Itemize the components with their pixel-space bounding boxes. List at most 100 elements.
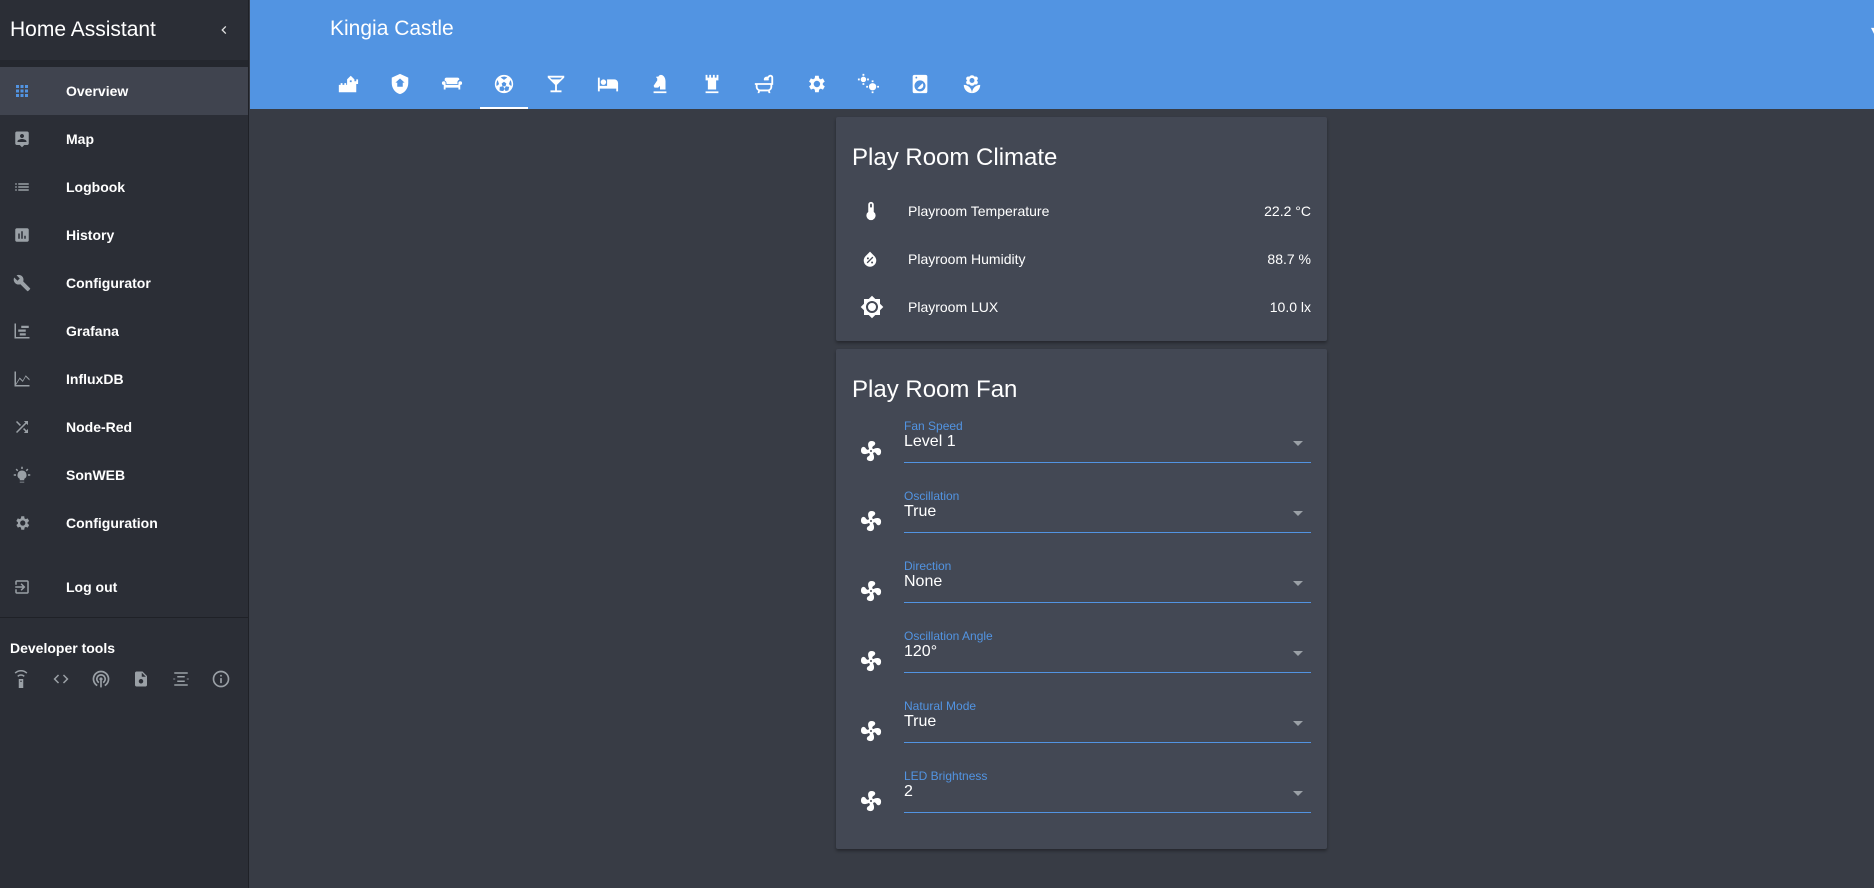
app-title: Home Assistant: [10, 18, 156, 41]
developer-tools: [0, 668, 248, 690]
water-percent-icon: [852, 239, 892, 279]
logout-label: Log out: [66, 579, 118, 595]
card-title: Play Room Fan: [852, 376, 1018, 403]
field-label: Oscillation: [904, 489, 960, 503]
input-select-direction: Direction None: [836, 559, 1327, 629]
sidebar-item-label: InfluxDB: [66, 371, 124, 387]
dropdown-arrow-icon[interactable]: [1293, 791, 1303, 796]
collapse-sidebar-button[interactable]: [210, 16, 238, 44]
field-label: Natural Mode: [904, 699, 977, 713]
sidebar-item-label: History: [66, 227, 115, 243]
dropdown-arrow-icon[interactable]: [1293, 721, 1303, 726]
fan-icon: [859, 509, 883, 533]
tab-chess-rook[interactable]: [686, 64, 738, 109]
bed-icon: [597, 77, 619, 92]
oscillation-select[interactable]: Oscillation True: [904, 489, 1311, 533]
chart-timeline-icon: [10, 319, 34, 343]
led-brightness-select[interactable]: LED Brightness 2: [904, 769, 1311, 813]
fan-speed-select[interactable]: Fan Speed Level 1: [904, 419, 1311, 463]
tab-soccer[interactable]: [478, 64, 530, 109]
bathtub-icon: [754, 74, 774, 94]
tab-bed[interactable]: [582, 64, 634, 109]
sidebar-item-logbook[interactable]: Logbook: [0, 163, 248, 211]
page-title: Kingia Castle: [330, 17, 454, 40]
fan-icon: [859, 719, 883, 743]
tab-castle[interactable]: [322, 64, 374, 109]
field-value: True: [904, 503, 937, 520]
view-tabs: [322, 64, 998, 109]
chess-rook-icon: [705, 74, 719, 94]
oscillation-angle-select[interactable]: Oscillation Angle 120°: [904, 629, 1311, 673]
field-label: LED Brightness: [904, 769, 988, 783]
sensor-name: Playroom Temperature: [908, 203, 1050, 219]
tab-glass-cocktail[interactable]: [530, 64, 582, 109]
sidebar-item-grafana[interactable]: Grafana: [0, 307, 248, 355]
flower-icon: [963, 75, 981, 94]
dropdown-arrow-icon[interactable]: [1293, 651, 1303, 656]
field-label: Fan Speed: [904, 419, 963, 433]
sidebar-item-logout[interactable]: Log out: [0, 563, 248, 611]
sensor-row-humidity[interactable]: Playroom Humidity 88.7 %: [836, 235, 1327, 283]
sidebar-item-map[interactable]: Map: [0, 115, 248, 163]
field-label: Direction: [904, 559, 952, 573]
sensor-row-lux[interactable]: Playroom LUX 10.0 lx: [836, 283, 1327, 331]
sidebar-item-label: Overview: [66, 83, 129, 99]
input-select-natural-mode: Natural Mode True: [836, 699, 1327, 769]
apps-icon: [10, 79, 34, 103]
sidebar-item-overview[interactable]: Overview: [0, 67, 248, 115]
list-icon: [10, 175, 34, 199]
fan-card: Play Room Fan Fan Speed Level 1 Oscillat…: [836, 349, 1327, 849]
soccer-icon: [494, 74, 514, 94]
code-icon[interactable]: [50, 668, 72, 690]
sensor-name: Playroom Humidity: [908, 251, 1026, 267]
sensor-name: Playroom LUX: [908, 299, 999, 315]
field-value: Level 1: [904, 433, 956, 450]
file-icon[interactable]: [130, 668, 152, 690]
top-app-bar: Kingia Castle ▾: [250, 0, 1874, 109]
logout-icon: [10, 575, 34, 599]
natural-mode-select[interactable]: Natural Mode True: [904, 699, 1311, 743]
template-icon[interactable]: [170, 668, 192, 690]
input-select-led-brightness: LED Brightness 2: [836, 769, 1327, 839]
tab-washing-machine[interactable]: [894, 64, 946, 109]
tab-settings[interactable]: [842, 64, 894, 109]
sidebar-item-label: SonWEB: [66, 467, 126, 483]
tab-bathtub[interactable]: [738, 64, 790, 109]
field-value: 120°: [904, 643, 938, 660]
sensor-value: 10.0 lx: [1269, 299, 1311, 315]
dropdown-arrow-icon[interactable]: [1293, 441, 1303, 446]
sensor-row-temperature[interactable]: Playroom Temperature 22.2 °C: [836, 187, 1327, 235]
glass-cocktail-icon: [547, 75, 565, 93]
thermometer-icon: [852, 191, 892, 231]
sidebar-item-node-red[interactable]: Node-Red: [0, 403, 248, 451]
sidebar-item-configurator[interactable]: Configurator: [0, 259, 248, 307]
tab-gear[interactable]: [790, 64, 842, 109]
sidebar-item-influxdb[interactable]: InfluxDB: [0, 355, 248, 403]
tab-chess-knight[interactable]: [634, 64, 686, 109]
broadcast-icon[interactable]: [90, 668, 112, 690]
wrench-icon: [10, 271, 34, 295]
tab-flower[interactable]: [946, 64, 998, 109]
info-icon[interactable]: [210, 668, 232, 690]
tab-shield-home[interactable]: [374, 64, 426, 109]
dropdown-arrow-icon[interactable]: [1293, 511, 1303, 516]
chart-bar-icon: [10, 223, 34, 247]
sidebar-header: Home Assistant: [0, 0, 248, 60]
sofa-icon: [441, 77, 463, 90]
fan-icon: [859, 439, 883, 463]
chart-areaspline-icon: [10, 367, 34, 391]
sidebar-item-sonweb[interactable]: SonWEB: [0, 451, 248, 499]
sidebar-item-history[interactable]: History: [0, 211, 248, 259]
dropdown-arrow-icon[interactable]: [1293, 581, 1303, 586]
sensor-value: 22.2 °C: [1264, 203, 1311, 219]
shuffle-icon: [10, 415, 34, 439]
field-value: True: [904, 713, 937, 730]
shield-home-icon: [391, 73, 409, 95]
direction-select[interactable]: Direction None: [904, 559, 1311, 603]
sidebar-item-configuration[interactable]: Configuration: [0, 499, 248, 547]
remote-icon[interactable]: [10, 668, 32, 690]
tab-sofa[interactable]: [426, 64, 478, 109]
brightness-icon: [852, 287, 892, 327]
lightbulb-icon: [10, 463, 34, 487]
washing-machine-icon: [912, 74, 928, 94]
